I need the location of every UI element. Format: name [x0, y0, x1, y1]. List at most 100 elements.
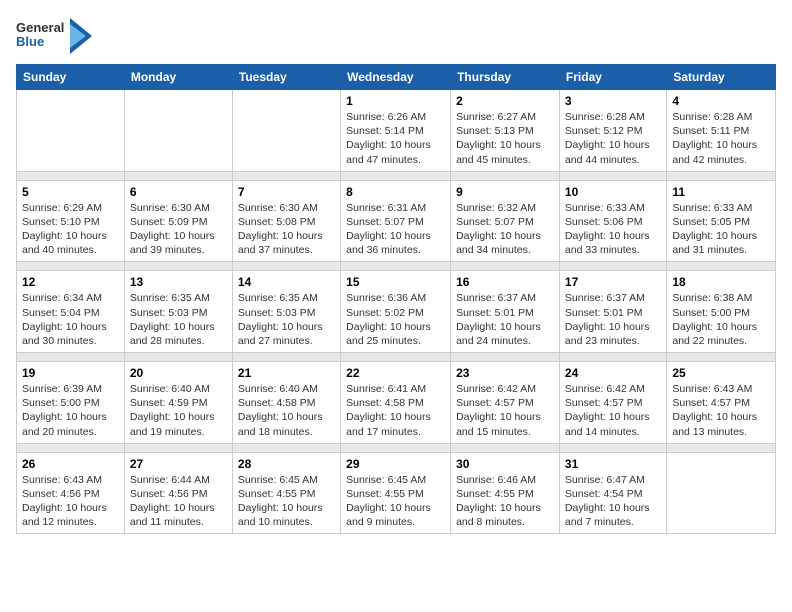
calendar-cell: 20Sunrise: 6:40 AM Sunset: 4:59 PM Dayli…: [124, 362, 232, 444]
day-number: 12: [22, 275, 119, 289]
calendar-cell: 29Sunrise: 6:45 AM Sunset: 4:55 PM Dayli…: [341, 452, 451, 534]
calendar-cell: 27Sunrise: 6:44 AM Sunset: 4:56 PM Dayli…: [124, 452, 232, 534]
day-info: Sunrise: 6:42 AM Sunset: 4:57 PM Dayligh…: [565, 382, 661, 439]
calendar-cell: 3Sunrise: 6:28 AM Sunset: 5:12 PM Daylig…: [559, 90, 666, 172]
calendar: SundayMondayTuesdayWednesdayThursdayFrid…: [16, 64, 776, 534]
day-number: 3: [565, 94, 661, 108]
day-info: Sunrise: 6:29 AM Sunset: 5:10 PM Dayligh…: [22, 201, 119, 258]
calendar-cell: 9Sunrise: 6:32 AM Sunset: 5:07 PM Daylig…: [451, 180, 560, 262]
day-info: Sunrise: 6:45 AM Sunset: 4:55 PM Dayligh…: [346, 473, 445, 530]
day-number: 22: [346, 366, 445, 380]
day-number: 16: [456, 275, 554, 289]
calendar-cell: 30 Sunrise: 6:46 AM Sunset: 4:55 PM Dayli…: [451, 452, 560, 534]
day-number: 2: [456, 94, 554, 108]
day-number: 1: [346, 94, 445, 108]
svg-text:General: General: [16, 20, 64, 35]
calendar-cell: 26 Sunrise: 6:43 AM Sunset: 4:56 PM Dayli…: [17, 452, 125, 534]
week-separator: [17, 443, 776, 452]
separator-cell: [341, 262, 451, 271]
day-number: 15: [346, 275, 445, 289]
calendar-cell: 7Sunrise: 6:30 AM Sunset: 5:08 PM Daylig…: [232, 180, 340, 262]
separator-cell: [559, 353, 666, 362]
day-info: Sunrise: 6:40 AM Sunset: 4:58 PM Dayligh…: [238, 382, 335, 439]
day-info: Sunrise: 6:38 AM Sunset: 5:00 PM Dayligh…: [672, 291, 770, 348]
calendar-cell: 4Sunrise: 6:28 AM Sunset: 5:11 PM Daylig…: [667, 90, 776, 172]
day-info: Sunrise: 6:43 AM Sunset: 4:56 PM Dayligh…: [22, 473, 119, 530]
separator-cell: [341, 171, 451, 180]
day-number: 9: [456, 185, 554, 199]
day-number: 31: [565, 457, 661, 471]
calendar-cell: 12Sunrise: 6:34 AM Sunset: 5:04 PM Dayli…: [17, 271, 125, 353]
calendar-cell: 24Sunrise: 6:42 AM Sunset: 4:57 PM Dayli…: [559, 362, 666, 444]
separator-cell: [124, 171, 232, 180]
separator-cell: [667, 443, 776, 452]
week-separator: [17, 262, 776, 271]
separator-cell: [559, 443, 666, 452]
day-number: 17: [565, 275, 661, 289]
calendar-week-row: 12Sunrise: 6:34 AM Sunset: 5:04 PM Dayli…: [17, 271, 776, 353]
svg-text:Blue: Blue: [16, 34, 44, 49]
calendar-cell: 31 Sunrise: 6:47 AM Sunset: 4:54 PM Dayli…: [559, 452, 666, 534]
day-info: Sunrise: 6:44 AM Sunset: 4:56 PM Dayligh…: [130, 473, 227, 530]
day-header-wednesday: Wednesday: [341, 65, 451, 90]
calendar-week-row: 26 Sunrise: 6:43 AM Sunset: 4:56 PM Dayli…: [17, 452, 776, 534]
day-header-friday: Friday: [559, 65, 666, 90]
day-info: Sunrise: 6:42 AM Sunset: 4:57 PM Dayligh…: [456, 382, 554, 439]
calendar-cell: [667, 452, 776, 534]
separator-cell: [559, 262, 666, 271]
calendar-cell: 22 Sunrise: 6:41 AM Sunset: 4:58 PM Dayli…: [341, 362, 451, 444]
week-separator: [17, 353, 776, 362]
day-info: Sunrise: 6:46 AM Sunset: 4:55 PM Dayligh…: [456, 473, 554, 530]
separator-cell: [667, 262, 776, 271]
day-number: 20: [130, 366, 227, 380]
separator-cell: [17, 443, 125, 452]
day-header-monday: Monday: [124, 65, 232, 90]
day-number: 25: [672, 366, 770, 380]
day-number: 19: [22, 366, 119, 380]
calendar-cell: 1Sunrise: 6:26 AM Sunset: 5:14 PM Daylig…: [341, 90, 451, 172]
calendar-cell: 13Sunrise: 6:35 AM Sunset: 5:03 PM Dayli…: [124, 271, 232, 353]
calendar-cell: 15Sunrise: 6:36 AM Sunset: 5:02 PM Dayli…: [341, 271, 451, 353]
logo-arrow-icon: [70, 18, 92, 54]
day-number: 18: [672, 275, 770, 289]
day-header-tuesday: Tuesday: [232, 65, 340, 90]
day-info: Sunrise: 6:47 AM Sunset: 4:54 PM Dayligh…: [565, 473, 661, 530]
day-info: Sunrise: 6:35 AM Sunset: 5:03 PM Dayligh…: [130, 291, 227, 348]
calendar-cell: 17 Sunrise: 6:37 AM Sunset: 5:01 PM Dayli…: [559, 271, 666, 353]
separator-cell: [667, 171, 776, 180]
separator-cell: [451, 262, 560, 271]
logo: General Blue: [16, 16, 92, 56]
day-header-thursday: Thursday: [451, 65, 560, 90]
calendar-cell: 25 Sunrise: 6:43 AM Sunset: 4:57 PM Dayli…: [667, 362, 776, 444]
day-info: Sunrise: 6:37 AM Sunset: 5:01 PM Dayligh…: [565, 291, 661, 348]
calendar-cell: 2 Sunrise: 6:27 AM Sunset: 5:13 PM Daylig…: [451, 90, 560, 172]
separator-cell: [124, 262, 232, 271]
day-info: Sunrise: 6:33 AM Sunset: 5:06 PM Dayligh…: [565, 201, 661, 258]
day-number: 7: [238, 185, 335, 199]
day-info: Sunrise: 6:37 AM Sunset: 5:01 PM Dayligh…: [456, 291, 554, 348]
calendar-header-row: SundayMondayTuesdayWednesdayThursdayFrid…: [17, 65, 776, 90]
calendar-cell: 23 Sunrise: 6:42 AM Sunset: 4:57 PM Dayli…: [451, 362, 560, 444]
day-number: 6: [130, 185, 227, 199]
day-info: Sunrise: 6:31 AM Sunset: 5:07 PM Dayligh…: [346, 201, 445, 258]
day-number: 26: [22, 457, 119, 471]
day-info: Sunrise: 6:43 AM Sunset: 4:57 PM Dayligh…: [672, 382, 770, 439]
day-number: 14: [238, 275, 335, 289]
calendar-cell: 19 Sunrise: 6:39 AM Sunset: 5:00 PM Dayli…: [17, 362, 125, 444]
separator-cell: [232, 262, 340, 271]
calendar-week-row: 5Sunrise: 6:29 AM Sunset: 5:10 PM Daylig…: [17, 180, 776, 262]
day-info: Sunrise: 6:39 AM Sunset: 5:00 PM Dayligh…: [22, 382, 119, 439]
day-number: 10: [565, 185, 661, 199]
calendar-cell: [232, 90, 340, 172]
separator-cell: [232, 353, 340, 362]
day-info: Sunrise: 6:27 AM Sunset: 5:13 PM Dayligh…: [456, 110, 554, 167]
day-number: 30: [456, 457, 554, 471]
calendar-week-row: 19 Sunrise: 6:39 AM Sunset: 5:00 PM Dayli…: [17, 362, 776, 444]
calendar-cell: 8Sunrise: 6:31 AM Sunset: 5:07 PM Daylig…: [341, 180, 451, 262]
day-header-sunday: Sunday: [17, 65, 125, 90]
day-info: Sunrise: 6:41 AM Sunset: 4:58 PM Dayligh…: [346, 382, 445, 439]
separator-cell: [667, 353, 776, 362]
calendar-cell: [17, 90, 125, 172]
day-number: 23: [456, 366, 554, 380]
separator-cell: [559, 171, 666, 180]
